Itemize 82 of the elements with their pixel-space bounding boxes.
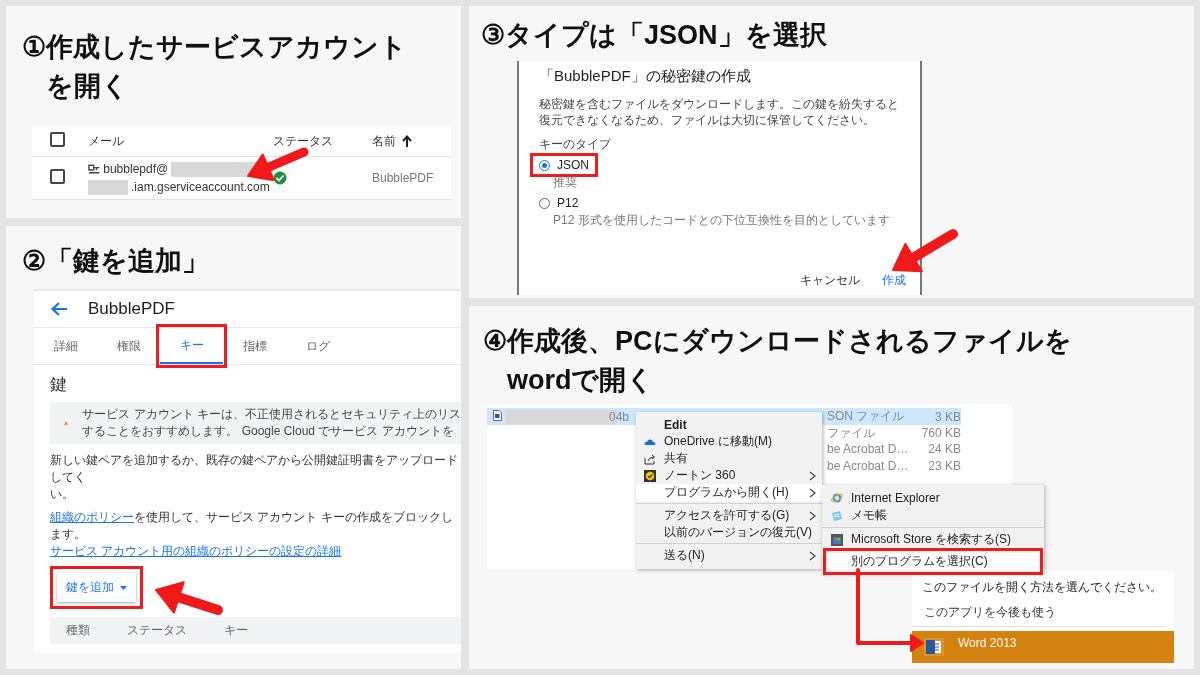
pointer-arrow	[247, 147, 309, 182]
menu-item[interactable]: Internet Explorer	[828, 489, 1038, 506]
step-title: 作成したサービスアカウント	[46, 31, 407, 64]
group-label: キーのタイプ	[539, 136, 613, 153]
account-name: BubblePDF	[372, 171, 435, 185]
column-header: キー	[224, 622, 249, 639]
pointer-arrow	[892, 229, 958, 273]
file-size: 23 KB	[927, 458, 961, 473]
file-type: be Acrobat D…	[827, 458, 910, 473]
description-text: い。	[50, 486, 75, 503]
checkbox[interactable]	[50, 132, 65, 147]
checkbox[interactable]	[50, 169, 65, 184]
tab[interactable]: 詳細	[34, 328, 97, 364]
dialog-description: 秘密鍵を含むファイルをダウンロードします。この鍵を紛失すると復元できなくなるため、ファイルは大切に保管してください。	[539, 96, 900, 128]
browser-icon	[831, 491, 843, 504]
file-size: 3 KB	[934, 409, 961, 424]
warning-text: サービス アカウント キーは、不正使用されるとセキュリティ上のリス	[82, 406, 461, 423]
key-icon	[88, 163, 101, 175]
column-header: ステータス	[127, 622, 188, 639]
step-number: ④	[483, 325, 507, 358]
redaction-bar	[88, 179, 128, 195]
notepad-icon	[831, 509, 843, 522]
sort-arrow-icon[interactable]	[401, 134, 413, 148]
radio-option[interactable]: JSON	[533, 156, 595, 174]
menu-item[interactable]: Edit	[636, 416, 822, 433]
step-title: wordで開く	[507, 364, 656, 397]
step-title: タイプは「JSON」を選択	[505, 19, 827, 52]
tab[interactable]: 権限	[97, 328, 160, 364]
tab[interactable]: 指標	[223, 328, 286, 364]
step-title: を開く	[46, 70, 130, 103]
menu-item[interactable]: 送る(N)	[636, 547, 822, 564]
details-link[interactable]: サービス アカウント用の組織のポリシーの設定の詳細	[50, 544, 342, 558]
check-icon	[273, 171, 287, 185]
tab[interactable]: ログ	[286, 328, 349, 364]
store-icon	[831, 533, 843, 546]
file-type: ファイル	[827, 424, 876, 442]
file-name: 04b	[609, 409, 630, 424]
email-text: .iam.gserviceaccount.com	[131, 180, 270, 194]
file-type: be Acrobat D…	[827, 442, 910, 457]
menu-item[interactable]: ノートン 360	[636, 467, 822, 484]
pointer-arrow	[155, 581, 223, 615]
page-title: BubblePDF	[88, 299, 175, 319]
caret-icon	[120, 585, 127, 590]
policy-text: 組織のポリシーを使用して、サービス アカウント キーの作成をブロックします。	[50, 509, 454, 543]
file-type: SON ファイル	[827, 408, 906, 425]
dialog-title: 「BubblePDF」の秘密鍵の作成	[539, 67, 752, 86]
back-arrow-icon[interactable]	[50, 301, 68, 317]
check-badge-icon	[644, 469, 656, 482]
menu-item[interactable]: OneDrive に移動(M)	[636, 433, 822, 450]
file-size: 24 KB	[927, 442, 961, 457]
menu-item[interactable]: プログラムから開く(H)	[636, 484, 822, 501]
step-number: ②	[22, 245, 46, 278]
menu-item[interactable]: 以前のバージョンの復元(V)	[636, 524, 822, 541]
option-hint: 推奨	[553, 174, 578, 191]
add-key-button[interactable]: 鍵を追加	[57, 573, 136, 602]
column-header: 種類	[66, 622, 91, 639]
menu-item[interactable]: 共有	[636, 450, 822, 467]
step-title: 「鍵を追加」	[46, 245, 209, 278]
remember-option[interactable]: このアプリを今後も使う	[912, 596, 1166, 627]
step-title: 作成後、PCにダウンロードされるファイルを	[507, 325, 1072, 358]
description-text: 新しい鍵ペアを追加するか、既存の鍵ペアから公開鍵証明書をアップロードしてく	[50, 452, 459, 486]
file-size: 760 KB	[920, 426, 961, 440]
column-header[interactable]: メール	[88, 132, 124, 150]
email-text: bubblepdf@	[103, 162, 169, 176]
step-number: ③	[481, 19, 505, 52]
section-heading: 鍵	[50, 374, 68, 396]
policy-link[interactable]: 組織のポリシー	[50, 510, 134, 524]
file-icon	[493, 409, 502, 421]
column-header[interactable]: 名前	[372, 132, 396, 150]
step-number: ①	[22, 31, 46, 64]
option-hint: P12 形式を使用したコードとの下位互換性を目的としています	[553, 212, 891, 229]
radio-option[interactable]: P12	[533, 194, 585, 212]
create-button[interactable]: 作成	[882, 272, 906, 289]
share-icon	[644, 452, 656, 465]
cancel-button[interactable]: キャンセル	[800, 272, 860, 289]
dialog-prompt: このファイルを開く方法を選んでください。	[921, 579, 1163, 596]
menu-item[interactable]: Microsoft Store を検索する(S)	[828, 531, 1038, 548]
column-header[interactable]: ステータス	[273, 132, 333, 150]
menu-item[interactable]: アクセスを許可する(G)	[636, 507, 822, 524]
warning-text: することをおすすめします。 Google Cloud でサービス アカウントを	[82, 423, 455, 440]
document-app-icon	[924, 638, 944, 656]
menu-item[interactable]: メモ帳	[828, 507, 1038, 524]
